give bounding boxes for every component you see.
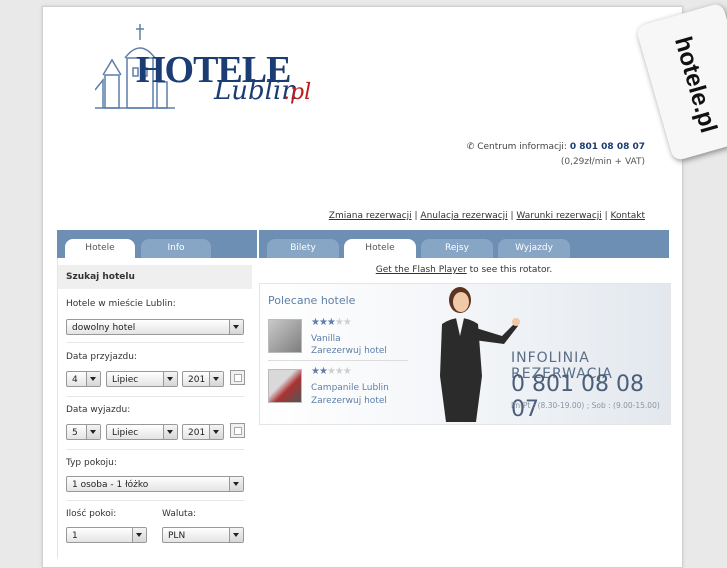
chevron-down-icon (209, 372, 223, 386)
flash-notice-text: to see this rotator. (466, 265, 553, 275)
arrival-month-value: Lipiec (112, 375, 139, 385)
chevron-down-icon (132, 528, 146, 542)
flash-player-link[interactable]: Get the Flash Player (376, 265, 467, 275)
arrival-label: Data przyjazdu: (66, 352, 138, 362)
tab-hotele-left[interactable]: Hotele (65, 239, 135, 258)
hotel-name[interactable]: Campanile Lublin (311, 383, 389, 393)
tab-bilety[interactable]: Bilety (267, 239, 339, 258)
reserve-hotel-link[interactable]: Zarezerwuj hotel (311, 346, 387, 356)
chevron-down-icon (209, 425, 223, 439)
calendar-icon[interactable] (230, 423, 245, 438)
rooms-select[interactable]: 1 (66, 527, 147, 543)
left-tabbar: Hotele Info (57, 230, 257, 258)
star-rating: ★★★★★ (311, 317, 352, 328)
arrival-year-value: 201 (188, 375, 206, 385)
link-anulacja-rezerwacji[interactable]: Anulacja rezerwacji (420, 211, 507, 221)
room-type-value: 1 osoba - 1 łóżko (72, 480, 149, 490)
arrival-day-value: 4 (72, 375, 78, 385)
logo-tld-text: .pl (283, 80, 312, 105)
tab-rejsy[interactable]: Rejsy (421, 239, 493, 258)
link-kontakt[interactable]: Kontakt (611, 211, 645, 221)
star-rating: ★★★★★ (311, 366, 352, 377)
featured-hotels-title: Polecane hotele (268, 294, 356, 307)
arrival-day-select[interactable]: 4 (66, 371, 101, 387)
departure-year-select[interactable]: 201 (182, 424, 224, 440)
tab-info[interactable]: Info (141, 239, 211, 258)
room-type-select[interactable]: 1 osoba - 1 łóżko (66, 476, 244, 492)
city-label: Hotele w mieście Lublin: (66, 299, 176, 309)
chevron-down-icon (163, 372, 177, 386)
arrival-year-select[interactable]: 201 (182, 371, 224, 387)
departure-month-value: Lipiec (112, 428, 139, 438)
departure-month-select[interactable]: Lipiec (106, 424, 178, 440)
departure-day-select[interactable]: 5 (66, 424, 101, 440)
tab-hotele-right[interactable]: Hotele (344, 239, 416, 258)
divider (66, 449, 244, 450)
info-rate: (0,29zł/min + VAT) (560, 157, 645, 167)
flash-notice: Get the Flash Player to see this rotator… (259, 265, 669, 275)
departure-label: Data wyjazdu: (66, 405, 131, 415)
chevron-down-icon (229, 477, 243, 491)
chevron-down-icon (229, 320, 243, 334)
currency-select[interactable]: PLN (162, 527, 244, 543)
rooms-value: 1 (72, 531, 78, 541)
infoline-number: 0 801 08 08 07 (511, 372, 644, 422)
info-phone: 0 801 08 08 07 (569, 142, 645, 152)
hotel-thumbnail[interactable] (268, 369, 302, 403)
infoline-hours: Pn-Pt : (8.30-19.00) ; Sob : (9.00-15.00… (511, 401, 660, 410)
currency-value: PLN (168, 531, 186, 541)
currency-label: Waluta: (162, 509, 197, 519)
calendar-icon[interactable] (230, 370, 245, 385)
divider (66, 396, 244, 397)
info-label: Centrum informacji: (477, 142, 567, 152)
phone-icon: ✆ (466, 142, 478, 152)
search-panel: Szukaj hotelu Hotele w mieście Lublin: d… (57, 258, 252, 558)
chevron-down-icon (229, 528, 243, 542)
rooms-label: Ilość pokoi: (66, 509, 117, 519)
tab-wyjazdy[interactable]: Wyjazdy (498, 239, 570, 258)
info-line: ✆ Centrum informacji: 0 801 08 08 07 (467, 142, 645, 152)
search-header: Szukaj hotelu (58, 265, 252, 289)
divider (66, 342, 244, 343)
departure-year-value: 201 (188, 428, 206, 438)
hotel-select-value: dowolny hotel (72, 323, 136, 333)
link-warunki-rezerwacji[interactable]: Warunki rezerwacji (516, 211, 601, 221)
tag-text: hotele.pl (668, 33, 723, 136)
divider (66, 500, 244, 501)
link-zmiana-rezerwacji[interactable]: Zmiana rezerwacji (329, 211, 412, 221)
divider (268, 360, 408, 361)
hotel-name[interactable]: Vanilla (311, 334, 341, 344)
arrival-month-select[interactable]: Lipiec (106, 371, 178, 387)
receptionist-image (440, 287, 520, 422)
hotel-select[interactable]: dowolny hotel (66, 319, 244, 335)
top-links: Zmiana rezerwacji | Anulacja rezerwacji … (328, 211, 645, 221)
reserve-hotel-link[interactable]: Zarezerwuj hotel (311, 396, 387, 406)
chevron-down-icon (86, 372, 100, 386)
featured-banner: Polecane hotele ★★★★★ Vanilla Zarezerwuj… (259, 283, 671, 425)
right-tabbar: Bilety Hotele Rejsy Wyjazdy (259, 230, 669, 258)
chevron-down-icon (86, 425, 100, 439)
departure-day-value: 5 (72, 428, 78, 438)
room-type-label: Typ pokoju: (66, 458, 117, 468)
chevron-down-icon (163, 425, 177, 439)
hotel-thumbnail[interactable] (268, 319, 302, 353)
